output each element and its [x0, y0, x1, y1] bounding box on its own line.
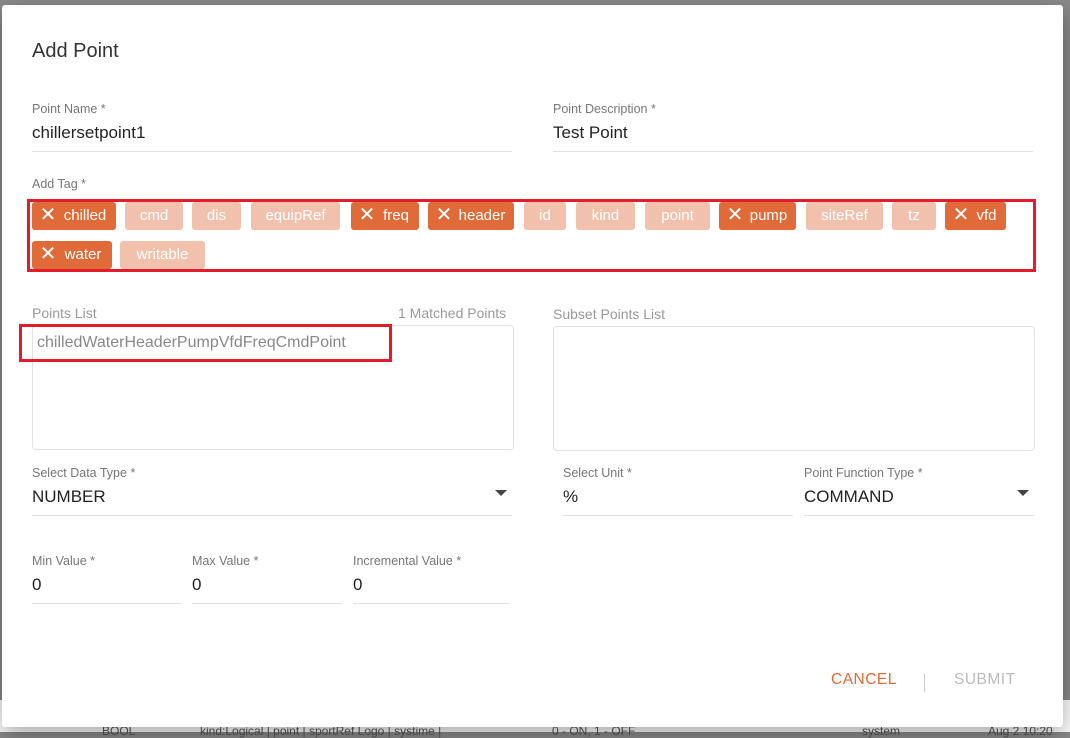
tag-label: id: [539, 207, 551, 224]
tag-chip-cmd[interactable]: cmd: [125, 202, 183, 230]
tag-label: point: [661, 207, 694, 224]
tag-label: equipRef: [265, 207, 326, 224]
close-icon[interactable]: ✕: [725, 205, 745, 226]
incremental-value-field[interactable]: Incremental Value * 0: [353, 554, 509, 604]
tag-chip-point[interactable]: point: [645, 202, 710, 230]
points-list-item[interactable]: chilledWaterHeaderPumpVfdFreqCmdPoint: [19, 324, 392, 362]
dialog-title: Add Point: [32, 40, 119, 62]
tag-chip-writable[interactable]: writable: [120, 241, 205, 269]
point-item-label: chilledWaterHeaderPumpVfdFreqCmdPoint: [37, 334, 346, 351]
submit-button[interactable]: SUBMIT: [954, 671, 1016, 689]
tag-chip-water[interactable]: ✕ water: [32, 241, 112, 269]
tag-label: dis: [206, 207, 227, 224]
chevron-down-icon[interactable]: [1017, 490, 1029, 496]
cancel-button[interactable]: CANCEL: [831, 671, 897, 689]
close-icon[interactable]: ✕: [434, 205, 454, 226]
incremental-value-label: Incremental Value *: [353, 554, 462, 568]
tag-chip-siteRef[interactable]: siteRef: [806, 202, 883, 230]
tag-chip-equipRef[interactable]: equipRef: [251, 202, 340, 230]
add-tag-label: Add Tag *: [32, 177, 87, 191]
points-list-label: Points List: [32, 305, 97, 321]
unit-label: Select Unit *: [563, 466, 632, 480]
close-icon[interactable]: ✕: [38, 244, 58, 265]
close-icon[interactable]: ✕: [951, 205, 971, 226]
point-description-input[interactable]: Test Point: [553, 123, 1033, 152]
subset-points-list-label: Subset Points List: [553, 306, 666, 322]
function-type-label: Point Function Type *: [804, 466, 923, 480]
min-value-label: Min Value *: [32, 554, 96, 568]
tag-chip-pump[interactable]: ✕ pump: [719, 202, 796, 230]
unit-input[interactable]: %: [563, 487, 793, 516]
max-value-field[interactable]: Max Value * 0: [192, 554, 342, 604]
close-icon[interactable]: ✕: [357, 205, 377, 226]
tag-chip-freq[interactable]: ✕ freq: [351, 202, 419, 230]
function-type-value[interactable]: COMMAND: [804, 487, 1034, 516]
tag-label: kind: [591, 207, 620, 224]
add-point-dialog: Add Point Point Name * chillersetpoint1 …: [2, 5, 1063, 727]
data-type-select[interactable]: Select Data Type * NUMBER: [32, 466, 512, 516]
min-value-field[interactable]: Min Value * 0: [32, 554, 181, 604]
tag-label: cmd: [139, 207, 169, 224]
chevron-down-icon[interactable]: [495, 490, 507, 496]
tag-chip-chilled[interactable]: ✕ chilled: [32, 202, 116, 230]
unit-field[interactable]: Select Unit * %: [563, 466, 793, 516]
point-name-input[interactable]: chillersetpoint1: [32, 123, 512, 152]
tag-chip-kind[interactable]: kind: [576, 202, 635, 230]
tag-chip-id[interactable]: id: [524, 202, 566, 230]
function-type-select[interactable]: Point Function Type * COMMAND: [804, 466, 1034, 516]
tag-label: writable: [136, 246, 189, 263]
tag-chip-header[interactable]: ✕ header: [428, 202, 514, 230]
point-name-label: Point Name *: [32, 102, 106, 116]
point-description-label: Point Description *: [553, 102, 656, 116]
tag-chip-vfd[interactable]: ✕ vfd: [945, 202, 1006, 230]
matched-count: 1 Matched Points: [398, 305, 507, 321]
tag-chip-tz[interactable]: tz: [892, 202, 936, 230]
data-type-label: Select Data Type *: [32, 466, 136, 480]
close-icon[interactable]: ✕: [38, 205, 58, 226]
max-value-label: Max Value *: [192, 554, 259, 568]
point-name-field[interactable]: Point Name * chillersetpoint1: [32, 102, 512, 152]
point-description-field[interactable]: Point Description * Test Point: [553, 102, 1033, 152]
tag-label: siteRef: [821, 207, 868, 224]
button-divider: [924, 674, 925, 692]
data-type-value[interactable]: NUMBER: [32, 487, 512, 516]
tag-label: tz: [908, 207, 920, 224]
tag-chip-dis[interactable]: dis: [192, 202, 241, 230]
incremental-value-input[interactable]: 0: [353, 575, 509, 604]
min-value-input[interactable]: 0: [32, 575, 181, 604]
max-value-input[interactable]: 0: [192, 575, 342, 604]
subset-points-list-box[interactable]: [553, 326, 1035, 451]
